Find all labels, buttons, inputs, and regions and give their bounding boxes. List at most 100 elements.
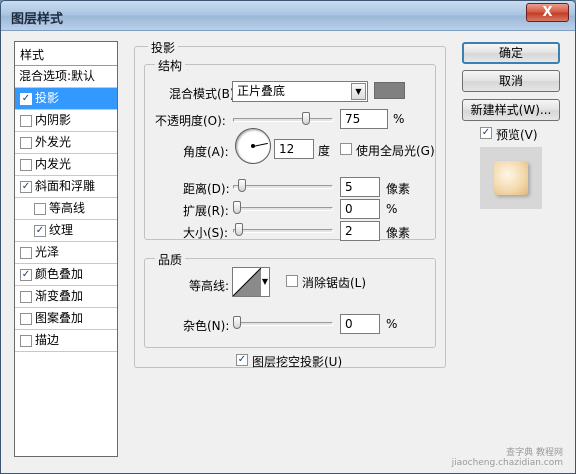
style-checkbox[interactable]: ✓ [34,225,46,237]
spread-input[interactable]: 0 [340,199,380,219]
distance-slider-track[interactable] [233,185,333,189]
watermark-line2: jiaocheng.chazidian.com [451,458,563,468]
distance-input[interactable]: 5 [340,177,380,197]
style-list-item[interactable]: ✓ 颜色叠加 [15,264,117,286]
spread-label: 扩展(R): [183,204,229,218]
opacity-label: 不透明度(O): [155,114,226,128]
style-checkbox[interactable]: ✓ [20,181,32,193]
anti-alias-checkbox[interactable] [286,275,298,287]
size-slider-track[interactable] [233,229,333,233]
opacity-input[interactable]: 75 [340,109,388,129]
style-list-item[interactable]: 混合选项:默认 [15,66,117,88]
anti-alias-label[interactable]: 消除锯齿(L) [302,274,366,291]
knockout-label[interactable]: 图层挖空投影(U) [252,353,342,370]
distance-slider-thumb[interactable] [237,179,246,192]
style-list-item[interactable]: 内阴影 [15,110,117,132]
styles-list: 样式 混合选项:默认 ✓ 投影 内阴影 外发光 内发光 ✓ 斜面和浮雕 等高线 ✓ 纹理 光泽 ✓ 颜色叠… [14,41,118,457]
dialog-body: 样式 混合选项:默认 ✓ 投影 内阴影 外发光 内发光 ✓ 斜面和浮雕 等高线 ✓ 纹理 光泽 ✓ 颜色叠… [5,32,571,470]
angle-dial-hand [253,142,268,147]
style-item-label: 内阴影 [35,113,72,127]
style-checkbox[interactable] [20,291,32,303]
style-checkbox[interactable] [20,313,32,325]
watermark: 查字典 教程网 jiaocheng.chazidian.com [452,445,563,468]
drop-shadow-title: 投影 [148,39,179,56]
style-list-item[interactable]: 渐变叠加 [15,286,117,308]
window-title: 图层样式 [11,12,64,27]
style-list-item[interactable]: 图案叠加 [15,308,117,330]
contour-label: 等高线: [189,279,230,293]
style-item-label: 渐变叠加 [35,289,84,303]
noise-slider-track[interactable] [233,322,333,326]
opacity-unit: % [393,112,405,126]
chevron-down-icon[interactable]: ▼ [262,277,268,286]
noise-input[interactable]: 0 [340,314,380,334]
distance-label: 距离(D): [183,182,230,196]
new-style-button[interactable]: 新建样式(W)... [462,99,560,121]
close-button[interactable]: X [526,3,569,22]
preview-checkbox[interactable]: ✓ [480,127,492,139]
noise-unit: % [386,317,398,331]
style-item-label: 纹理 [49,223,74,237]
layer-style-dialog: 图层样式 X 样式 混合选项:默认 ✓ 投影 内阴影 外发光 内发光 ✓ 斜面和浮雕 等高线 ✓ 纹… [0,0,576,474]
size-unit: 像素 [386,226,411,240]
style-list-item[interactable]: ✓ 投影 [15,88,117,110]
watermark-line1: 查字典 教程网 [506,448,563,458]
structure-title: 结构 [155,57,186,74]
size-slider-thumb[interactable] [234,223,243,236]
styles-items: 混合选项:默认 ✓ 投影 内阴影 外发光 内发光 ✓ 斜面和浮雕 等高线 ✓ 纹理 光泽 ✓ 颜色叠加 渐变… [15,66,117,352]
style-item-label: 图案叠加 [35,311,84,325]
spread-slider-track[interactable] [233,207,333,211]
style-list-item[interactable]: 等高线 [15,198,117,220]
opacity-slider-track[interactable] [233,118,333,122]
style-checkbox[interactable]: ✓ [20,269,32,281]
noise-slider-thumb[interactable] [233,316,241,329]
style-checkbox[interactable] [20,247,32,259]
shadow-color-swatch[interactable] [374,82,405,99]
style-list-item[interactable]: ✓ 斜面和浮雕 [15,176,117,198]
style-item-label: 斜面和浮雕 [35,179,96,193]
styles-header[interactable]: 样式 [15,42,117,66]
style-checkbox[interactable] [20,159,32,171]
drop-shadow-group: 投影 结构 混合模式(B): 正片叠底 ▼ 不透明度(O): 75 % 角度(A… [134,39,446,370]
style-item-label: 混合选项:默认 [19,69,96,83]
style-checkbox[interactable]: ✓ [20,93,32,105]
style-list-item[interactable]: 光泽 [15,242,117,264]
style-list-item[interactable]: 描边 [15,330,117,352]
knockout-checkbox[interactable]: ✓ [236,354,248,366]
use-global-light-label[interactable]: 使用全局光(G) [356,142,435,159]
title-bar[interactable]: 图层样式 X [1,1,575,31]
use-global-light-checkbox[interactable] [340,143,352,155]
size-input[interactable]: 2 [340,221,380,241]
preview-label[interactable]: 预览(V) [496,126,538,143]
style-item-label: 描边 [35,333,60,347]
style-checkbox[interactable] [34,203,46,215]
angle-dial-center [251,144,255,148]
style-list-item[interactable]: 内发光 [15,154,117,176]
angle-input[interactable]: 12 [274,139,314,159]
blend-mode-select[interactable]: 正片叠底 ▼ [232,81,368,102]
style-checkbox[interactable] [20,137,32,149]
angle-dial[interactable] [235,128,271,164]
contour-curve-icon [232,267,262,297]
style-checkbox[interactable] [20,115,32,127]
style-list-item[interactable]: 外发光 [15,132,117,154]
contour-picker[interactable]: ▼ [232,267,270,297]
distance-unit: 像素 [386,182,411,196]
style-item-label: 外发光 [35,135,72,149]
quality-title: 品质 [155,251,186,268]
style-preview [480,147,542,209]
cancel-button[interactable]: 取消 [462,70,560,92]
style-checkbox[interactable] [20,335,32,347]
style-list-item[interactable]: ✓ 纹理 [15,220,117,242]
opacity-slider-thumb[interactable] [302,112,310,125]
ok-button[interactable]: 确定 [462,42,560,64]
noise-label: 杂色(N): [183,319,230,333]
angle-label: 角度(A): [183,145,229,159]
blend-mode-value: 正片叠底 [237,84,286,98]
preview-tile [494,161,528,195]
size-label: 大小(S): [183,226,229,240]
angle-unit: 度 [318,144,331,158]
spread-slider-thumb[interactable] [233,201,241,214]
chevron-down-icon: ▼ [351,83,366,100]
style-item-label: 等高线 [49,201,86,215]
